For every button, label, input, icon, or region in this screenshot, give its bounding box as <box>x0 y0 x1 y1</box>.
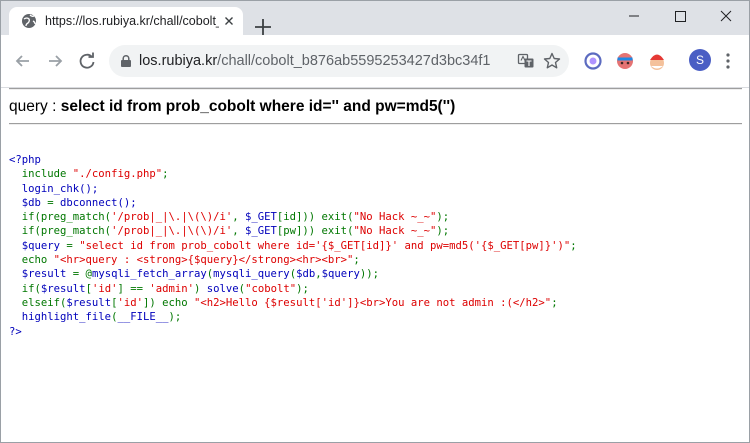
code-token: $query <box>321 268 360 281</box>
code-token: ); <box>296 282 309 295</box>
bookmark-star-icon[interactable] <box>543 52 561 70</box>
more-menu-icon[interactable] <box>723 51 733 71</box>
code-token: ) <box>194 282 207 295</box>
code-token: ); <box>168 311 182 324</box>
extension-santa-icon[interactable] <box>647 51 667 71</box>
code-token: "<hr>query : <strong>{$query}</strong><h… <box>53 254 354 267</box>
code-token: = <box>47 196 61 209</box>
close-window-button[interactable] <box>703 1 749 31</box>
code-token: mysqli_query <box>213 268 290 281</box>
lock-icon[interactable] <box>119 54 133 68</box>
code-token: 'id' <box>91 282 118 295</box>
reload-icon[interactable] <box>77 51 97 71</box>
bottom-divider <box>9 123 742 125</box>
code-token: if( <box>21 282 41 295</box>
code-token: $_GET <box>245 211 277 224</box>
close-tab-icon[interactable] <box>221 13 237 29</box>
code-token: "No Hack ~_~" <box>353 225 437 238</box>
code-token: echo <box>21 254 54 267</box>
code-token: "No Hack ~_~" <box>353 211 437 224</box>
code-token: "<h2>Hello {$result['id']}<br>You are no… <box>194 296 552 309</box>
query-label: query : <box>9 98 61 115</box>
tab-strip: https://los.rubiya.kr/chall/cobolt_b876a… <box>1 1 749 35</box>
code-token: if(preg_match( <box>21 225 112 238</box>
code-token: mysqli_fetch_array <box>91 268 207 281</box>
code-line-1: <?php <box>9 154 41 166</box>
back-arrow-icon[interactable] <box>13 51 33 71</box>
browser-toolbar: los.rubiya.kr/chall/cobolt_b876ab5595253… <box>1 35 749 88</box>
code-token: $db <box>21 196 48 209</box>
code-token: $result <box>21 268 73 281</box>
code-token: $_GET <box>245 225 277 238</box>
extension-face-icon[interactable] <box>615 51 635 71</box>
code-token: '/prob|_|\.|\(\)/i' <box>111 225 233 238</box>
code-token: ; <box>570 239 577 252</box>
address-bar[interactable]: los.rubiya.kr/chall/cobolt_b876ab5595253… <box>109 45 569 77</box>
code-line-13: ?> <box>9 325 22 338</box>
code-token: ; <box>551 296 558 309</box>
code-token: "cobolt" <box>245 282 297 295</box>
code-token: ); <box>436 225 450 238</box>
code-token: login_chk(); <box>21 182 99 195</box>
code-token: )); <box>359 268 380 281</box>
extension-ring-icon[interactable] <box>583 51 603 71</box>
code-token: include <box>21 168 73 181</box>
translate-icon[interactable] <box>517 52 535 70</box>
code-token: if(preg_match( <box>21 211 112 224</box>
code-token: $query <box>21 239 67 252</box>
code-token: , <box>232 211 246 224</box>
url-text[interactable]: los.rubiya.kr/chall/cobolt_b876ab5595253… <box>139 53 491 69</box>
code-token: '/prob|_|\.|\(\)/i' <box>111 211 233 224</box>
url-path: /chall/cobolt_b876ab5595253427d3bc34f1cd… <box>217 53 491 69</box>
page-content: query : select id from prob_cobolt where… <box>1 88 749 442</box>
code-token: ] == <box>117 282 150 295</box>
profile-avatar[interactable]: S <box>689 49 711 71</box>
code-token: highlight_file <box>21 311 112 324</box>
maximize-button[interactable] <box>657 1 703 31</box>
globe-icon <box>22 14 36 28</box>
code-token: $db <box>296 268 316 281</box>
code-token: [pw])) exit( <box>276 225 354 238</box>
code-token: ); <box>436 211 450 224</box>
top-divider <box>9 88 742 90</box>
minimize-button[interactable] <box>611 1 657 31</box>
code-token: "select id from prob_cobolt where id='{$… <box>79 239 571 252</box>
query-text: select id from prob_cobolt where id='' a… <box>60 98 456 115</box>
code-token: = @ <box>72 268 92 281</box>
code-token: ; <box>353 254 360 267</box>
code-token: dbconnect(); <box>60 196 137 209</box>
code-token: = <box>66 239 80 252</box>
active-tab[interactable]: https://los.rubiya.kr/chall/cobolt_b876a… <box>9 7 243 35</box>
code-token: $result <box>66 296 112 309</box>
code-token: [id])) exit( <box>276 211 354 224</box>
code-token: elseif( <box>21 296 67 309</box>
code-token: 'admin' <box>149 282 195 295</box>
code-token: "./config.php" <box>72 168 163 181</box>
tab-title: https://los.rubiya.kr/chall/cobolt_b876a… <box>45 14 219 28</box>
forward-arrow-icon[interactable] <box>45 51 65 71</box>
browser-window: https://los.rubiya.kr/chall/cobolt_b876a… <box>0 0 750 443</box>
php-source-code: <?php include "./config.php"; login_chk(… <box>9 153 577 339</box>
code-token: $result <box>40 282 86 295</box>
url-host: los.rubiya.kr <box>139 53 218 69</box>
code-token: solve <box>206 282 239 295</box>
code-token: , <box>232 225 246 238</box>
code-token: ]) echo <box>142 296 195 309</box>
code-token: 'id' <box>117 296 143 309</box>
code-token: __FILE__ <box>117 311 169 324</box>
code-token: ; <box>162 168 169 181</box>
query-line: query : select id from prob_cobolt where… <box>9 98 455 116</box>
